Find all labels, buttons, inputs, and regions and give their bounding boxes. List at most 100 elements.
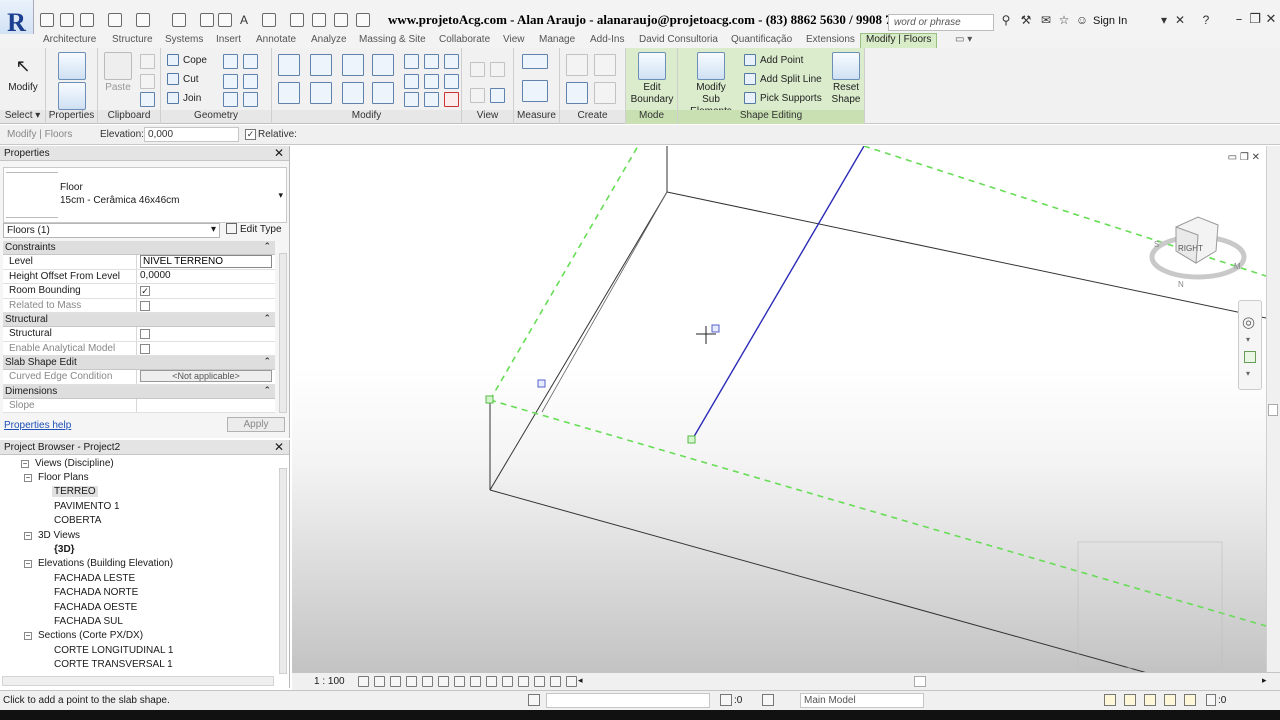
scroll-thumb[interactable] (1268, 404, 1278, 416)
properties-close-icon[interactable]: ✕ (274, 146, 284, 160)
temp-view-props-icon[interactable] (518, 676, 529, 687)
tab-options-toggle[interactable]: ▭ ▾ (952, 34, 975, 45)
pick-supports-button[interactable]: Pick Supports (744, 92, 822, 104)
tab-structure[interactable]: Structure (109, 34, 156, 45)
redo-icon[interactable] (136, 13, 150, 27)
help-icon[interactable]: ? (1198, 12, 1214, 28)
collapse-icon[interactable]: − (21, 460, 29, 468)
rendering-icon[interactable] (422, 676, 433, 687)
apply-button[interactable]: Apply (227, 417, 285, 432)
linework-pencil-icon[interactable] (470, 88, 485, 103)
highlight-displacement-icon[interactable] (550, 676, 561, 687)
tab-extensions[interactable]: Extensions (803, 34, 858, 45)
subscription-icon[interactable]: ⚒ (1018, 12, 1034, 28)
mirror-draw-icon[interactable] (372, 54, 394, 76)
undo-icon[interactable] (108, 13, 122, 27)
collapse-icon[interactable]: − (24, 532, 32, 540)
analytical-model-icon[interactable] (534, 676, 545, 687)
select-links-icon[interactable] (1104, 694, 1116, 706)
cut-clipboard-icon[interactable] (140, 54, 155, 69)
viewport-close-icon[interactable]: ✕ (1252, 152, 1260, 163)
tree-item-fachada-sul[interactable]: FACHADA SUL (54, 616, 123, 627)
drawing-vertical-scrollbar[interactable] (1266, 146, 1280, 672)
tree-item-fachada-oeste[interactable]: FACHADA OESTE (54, 602, 137, 613)
reveal-constraints-icon[interactable] (566, 676, 577, 687)
tab-view[interactable]: View (500, 34, 528, 45)
add-split-line-button[interactable]: Add Split Line (744, 73, 822, 85)
join-button[interactable]: Join (167, 92, 201, 104)
zoom-region-icon[interactable] (1244, 351, 1256, 363)
switch-windows-icon[interactable] (356, 13, 370, 27)
similar-icon[interactable] (594, 82, 616, 104)
tab-david-consultoria[interactable]: David Consultoria (636, 34, 721, 45)
mirror-axis-icon[interactable] (342, 54, 364, 76)
create-assembly-icon[interactable] (566, 82, 588, 104)
scroll-left-icon[interactable]: ◂ (578, 675, 583, 686)
cope-button[interactable]: Cope (167, 54, 207, 66)
wall-joins-icon[interactable] (223, 74, 238, 89)
tab-annotate[interactable]: Annotate (253, 34, 299, 45)
demolish-icon[interactable] (243, 74, 258, 89)
close-hidden-icon[interactable] (334, 13, 348, 27)
tree-node-elevations[interactable]: − Elevations (Building Elevation) (24, 558, 173, 569)
trim-single-icon[interactable] (404, 92, 419, 107)
dimension-icon[interactable] (218, 13, 232, 27)
tab-architecture[interactable]: Architecture (40, 34, 99, 45)
collapse-icon[interactable]: − (24, 474, 32, 482)
create-group-icon[interactable] (594, 54, 616, 76)
user-icon[interactable]: ☺ (1074, 12, 1090, 28)
tree-item-fachada-norte[interactable]: FACHADA NORTE (54, 587, 138, 598)
tab-manage[interactable]: Manage (536, 34, 578, 45)
open-icon[interactable] (40, 13, 54, 27)
view-scale[interactable]: 1 : 100 (314, 676, 345, 687)
visual-style-icon[interactable] (374, 676, 385, 687)
type-selector-chevron-icon[interactable]: ▾ (278, 190, 283, 201)
relative-checkbox[interactable]: ✓ (245, 129, 256, 140)
tab-modify-floors[interactable]: Modify | Floors (860, 33, 938, 48)
cut-button[interactable]: Cut (167, 73, 199, 85)
close-button[interactable]: ✕ (1262, 12, 1280, 30)
aligned-dimension-icon[interactable] (522, 80, 548, 102)
view-cube-face-label[interactable]: RIGHT (1178, 244, 1203, 253)
hammer-icon[interactable] (243, 92, 258, 107)
tree-item-terreo[interactable]: TERREO (52, 486, 98, 497)
properties-help-link[interactable]: Properties help (4, 420, 71, 431)
height-offset-field[interactable]: 0,0000 (137, 270, 275, 284)
browser-horizontal-scrollbar[interactable] (2, 676, 274, 686)
room-bounding-checkbox[interactable]: ✓ (140, 286, 150, 296)
filter-lines-icon[interactable] (490, 88, 505, 103)
communication-icon[interactable]: ✉ (1038, 12, 1054, 28)
collapse-icon[interactable]: − (24, 632, 32, 640)
favorites-star-icon[interactable]: ☆ (1056, 12, 1072, 28)
select-dropdown[interactable]: Select ▾ (0, 110, 45, 124)
filter-icon[interactable] (1206, 694, 1216, 706)
tree-item-3d[interactable]: {3D} (54, 544, 75, 555)
edit-type-button[interactable]: Edit Type (226, 223, 282, 235)
text-icon[interactable]: A (236, 12, 252, 28)
worksets-icon[interactable] (528, 694, 540, 706)
delete-icon[interactable] (444, 92, 459, 107)
reset-shape-button[interactable]: Reset Shape (830, 52, 862, 106)
rotate-icon[interactable] (342, 82, 364, 104)
show-crop-icon[interactable] (454, 676, 465, 687)
tab-systems[interactable]: Systems (162, 34, 206, 45)
sun-path-icon[interactable] (390, 676, 401, 687)
select-by-face-icon[interactable] (1164, 694, 1176, 706)
split-gap-icon[interactable] (424, 54, 439, 69)
tree-item-corte-longitudinal[interactable]: CORTE LONGITUDINAL 1 (54, 645, 173, 656)
split-face-icon[interactable] (223, 54, 238, 69)
copy-icon[interactable] (140, 74, 155, 89)
copy-element-icon[interactable] (310, 82, 332, 104)
category-constraints[interactable]: Constraints (3, 241, 275, 255)
tree-item-pavimento-1[interactable]: PAVIMENTO 1 (54, 501, 120, 512)
properties-button[interactable] (56, 52, 88, 112)
save-icon[interactable] (60, 13, 74, 27)
tab-quantificacao[interactable]: Quantificação (728, 34, 795, 45)
workset-dropdown[interactable] (546, 693, 710, 708)
print-icon[interactable] (172, 13, 186, 27)
view-cube[interactable]: RIGHT S N M (1148, 205, 1248, 295)
viewport-restore-icon[interactable]: ❐ (1240, 152, 1249, 163)
properties-scrollbar[interactable] (279, 253, 287, 413)
tab-insert[interactable]: Insert (213, 34, 244, 45)
add-point-button[interactable]: Add Point (744, 54, 803, 66)
